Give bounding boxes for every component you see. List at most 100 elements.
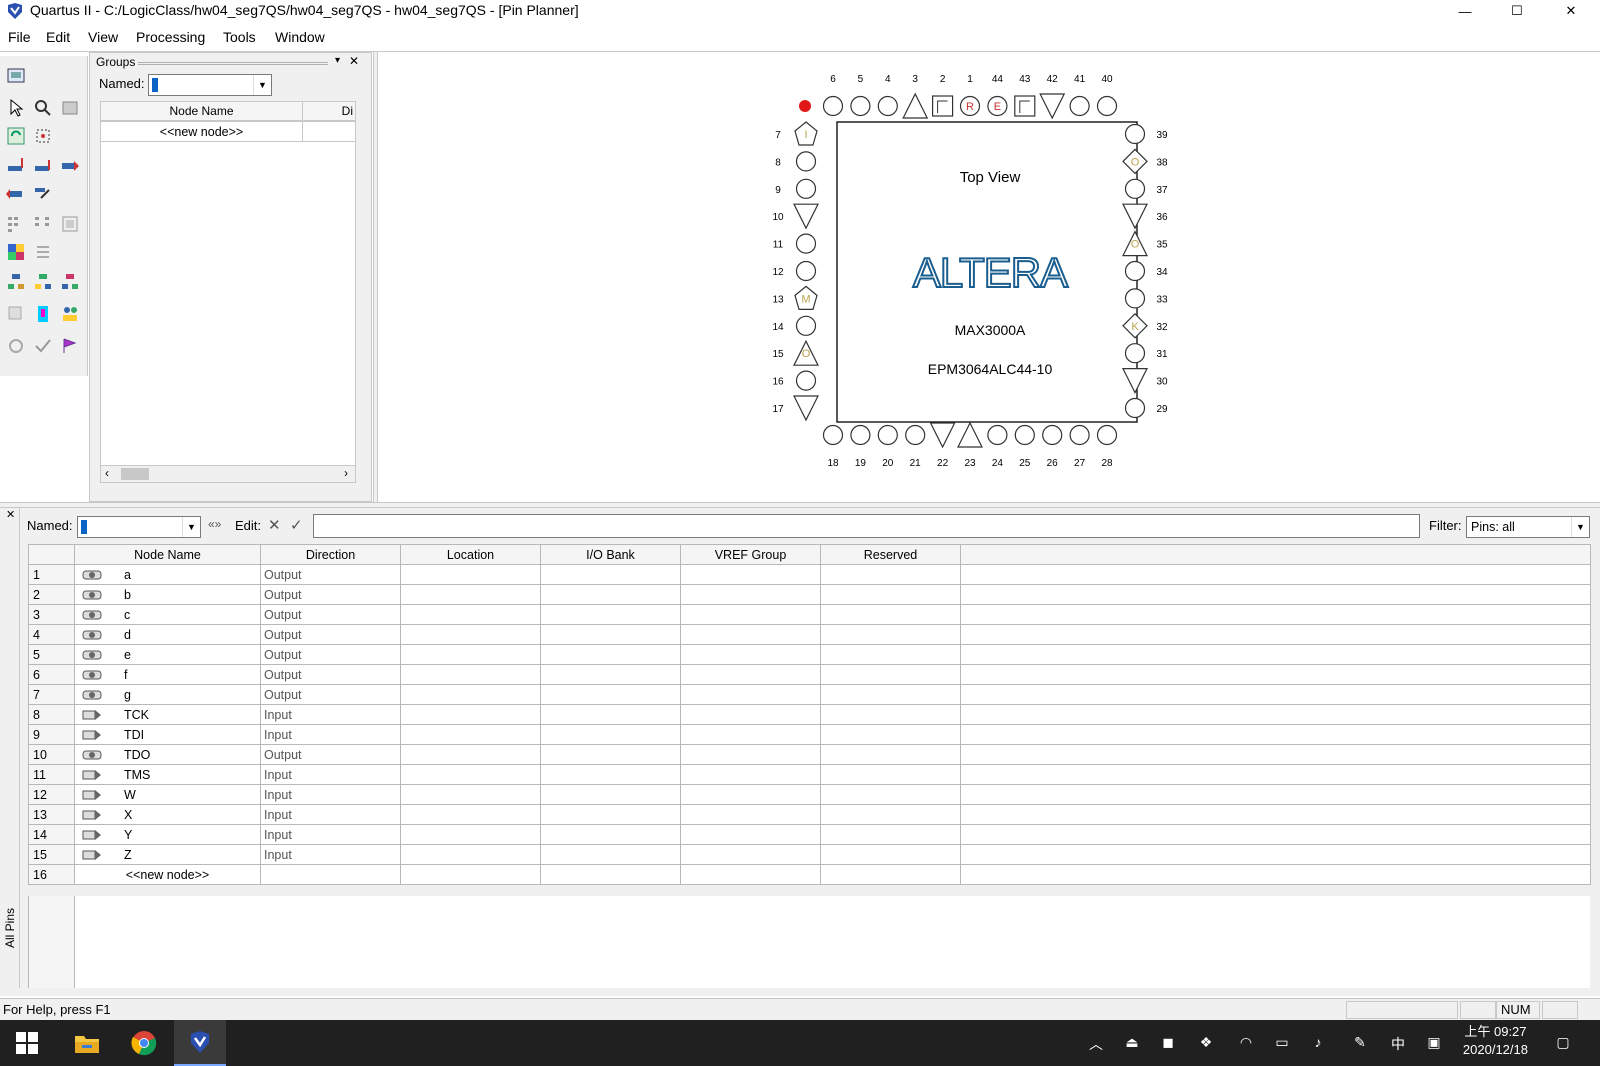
- row-number[interactable]: 4: [28, 624, 75, 645]
- pin-bottom-27[interactable]: [1069, 424, 1090, 446]
- node-name-cell[interactable]: b: [74, 584, 261, 605]
- pin-left-7[interactable]: I: [794, 121, 818, 146]
- col-location[interactable]: Location: [400, 544, 541, 565]
- vref-group-cell[interactable]: [680, 664, 821, 685]
- view-icon[interactable]: [6, 66, 26, 86]
- vref-group-cell[interactable]: [680, 744, 821, 765]
- node-name-cell[interactable]: TCK: [74, 704, 261, 725]
- row-number[interactable]: 9: [28, 724, 75, 745]
- col-reserved[interactable]: Reserved: [820, 544, 961, 565]
- vertical-splitter[interactable]: [373, 52, 378, 502]
- io-bank-cell[interactable]: [540, 784, 681, 805]
- chevron-down-icon[interactable]: ▼: [182, 517, 200, 537]
- assign-right-icon[interactable]: [60, 156, 80, 176]
- table-row[interactable]: 15 Z Input: [28, 844, 1591, 865]
- vref-group-cell[interactable]: [680, 864, 821, 885]
- vref-group-cell[interactable]: [680, 824, 821, 845]
- pin-right-31[interactable]: [1124, 343, 1146, 364]
- new-node-cell[interactable]: <<new node>>: [74, 864, 261, 885]
- accept-edit-icon[interactable]: ✓: [290, 516, 303, 534]
- table-row[interactable]: 13 X Input: [28, 804, 1591, 825]
- table-row[interactable]: 10 TDO Output: [28, 744, 1591, 765]
- taskbar-quartus-active[interactable]: [174, 1020, 226, 1066]
- node-name-cell[interactable]: d: [74, 624, 261, 645]
- tray-chevron-up-icon[interactable]: ︿: [1086, 1034, 1106, 1054]
- vref-group-cell[interactable]: [680, 604, 821, 625]
- hierarchy-c-icon[interactable]: [60, 272, 80, 292]
- row-number[interactable]: 14: [28, 824, 75, 845]
- direction-cell[interactable]: Input: [260, 804, 401, 825]
- direction-cell[interactable]: Output: [260, 604, 401, 625]
- pin-left-11[interactable]: [795, 233, 817, 254]
- pin-color-icon[interactable]: [33, 304, 53, 324]
- flag-icon[interactable]: [60, 336, 80, 356]
- vref-group-cell[interactable]: [680, 704, 821, 725]
- reserved-cell[interactable]: [820, 804, 961, 825]
- reserved-cell[interactable]: [820, 724, 961, 745]
- pin-bottom-25[interactable]: [1014, 424, 1035, 446]
- direction-cell[interactable]: Output: [260, 744, 401, 765]
- io-bank-cell[interactable]: [540, 584, 681, 605]
- vref-group-cell[interactable]: [680, 804, 821, 825]
- pin-left-14[interactable]: [795, 315, 817, 336]
- package-icon[interactable]: [60, 214, 80, 234]
- pin-right-37[interactable]: [1124, 178, 1146, 199]
- reserved-cell[interactable]: [820, 664, 961, 685]
- pin-bottom-24[interactable]: [987, 424, 1008, 446]
- tray-usb-icon[interactable]: ⏏: [1122, 1034, 1142, 1054]
- file-explorer-icon[interactable]: [74, 1031, 100, 1055]
- io-bank-cell[interactable]: [540, 824, 681, 845]
- io-bank-cell[interactable]: [540, 844, 681, 865]
- chip-view[interactable]: Top View ALTERA MAX3000A EPM3064ALC44-10…: [380, 52, 1600, 502]
- col-vref-group[interactable]: VREF Group: [680, 544, 821, 565]
- people-icon[interactable]: [60, 304, 80, 324]
- row-number[interactable]: 1: [28, 564, 75, 585]
- pin-top-43[interactable]: [1014, 95, 1036, 117]
- pin-bottom-21[interactable]: [905, 424, 926, 446]
- pin-bottom-28[interactable]: [1096, 424, 1118, 446]
- location-cell[interactable]: [400, 704, 541, 725]
- pin-bottom-20[interactable]: [877, 424, 898, 446]
- reserved-cell[interactable]: [820, 844, 961, 865]
- pin-bottom-23[interactable]: [957, 421, 983, 448]
- edit-assign-icon[interactable]: [33, 184, 53, 204]
- io-bank-cell[interactable]: [540, 564, 681, 585]
- menu-tools[interactable]: Tools: [223, 29, 256, 45]
- all-pins-tab[interactable]: All Pins: [3, 908, 17, 948]
- groups-new-node[interactable]: <<new node>>: [100, 121, 303, 142]
- row-number[interactable]: 12: [28, 784, 75, 805]
- location-cell[interactable]: [400, 584, 541, 605]
- corner-cell[interactable]: [28, 544, 75, 565]
- pin-top-41[interactable]: [1069, 95, 1090, 117]
- check-icon[interactable]: [33, 336, 53, 356]
- assign-left-icon[interactable]: [6, 184, 26, 204]
- location-cell[interactable]: [400, 864, 541, 885]
- row-number[interactable]: 2: [28, 584, 75, 605]
- pin-top-5[interactable]: [850, 95, 871, 117]
- table-row-new-node[interactable]: 16 <<new node>>: [28, 864, 1591, 885]
- direction-cell[interactable]: Input: [260, 844, 401, 865]
- io-bank-cell[interactable]: [540, 764, 681, 785]
- edit-value-input[interactable]: [313, 514, 1420, 538]
- table-row[interactable]: 14 Y Input: [28, 824, 1591, 845]
- pin-right-34[interactable]: [1124, 260, 1146, 282]
- pin-top-44[interactable]: E: [987, 95, 1008, 117]
- location-cell[interactable]: [400, 624, 541, 645]
- direction-cell[interactable]: Output: [260, 564, 401, 585]
- col-direction[interactable]: Direction: [260, 544, 401, 565]
- direction-cell[interactable]: Input: [260, 784, 401, 805]
- filter-combo[interactable]: Pins: all ▼: [1466, 516, 1590, 538]
- location-cell[interactable]: [400, 564, 541, 585]
- groups-close-icon[interactable]: ✕: [349, 54, 359, 68]
- direction-cell[interactable]: Input: [260, 764, 401, 785]
- io-bank-cell[interactable]: [540, 744, 681, 765]
- reserved-cell[interactable]: [820, 584, 961, 605]
- node-name-cell[interactable]: Z: [74, 844, 261, 865]
- reserved-cell[interactable]: [820, 564, 961, 585]
- vref-group-cell[interactable]: [680, 584, 821, 605]
- direction-cell[interactable]: Output: [260, 584, 401, 605]
- tray-ime-indicator[interactable]: 中: [1388, 1034, 1408, 1054]
- row-number[interactable]: 10: [28, 744, 75, 765]
- tray-pen-icon[interactable]: ✎: [1350, 1034, 1370, 1054]
- pin-top-40[interactable]: [1096, 95, 1118, 117]
